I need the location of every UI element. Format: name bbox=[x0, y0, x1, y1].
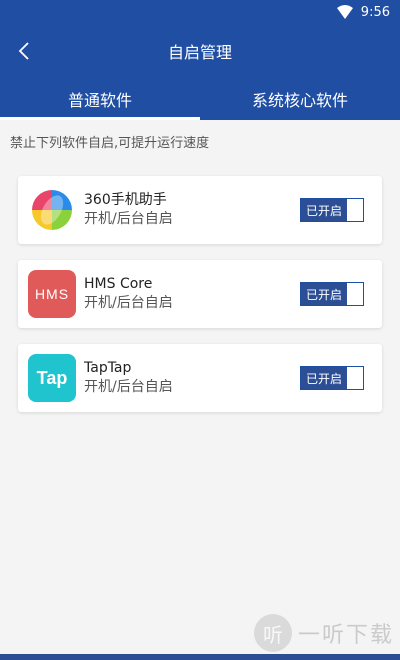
app-name: HMS Core bbox=[84, 276, 153, 292]
taptap-icon: Tap bbox=[28, 354, 76, 402]
wifi-icon bbox=[336, 5, 353, 19]
app-name: TapTap bbox=[84, 360, 132, 376]
toggle-label: 已开启 bbox=[301, 199, 347, 221]
status-bar: 9:56 bbox=[0, 0, 400, 24]
title-bar: 自启管理 bbox=[0, 24, 400, 78]
hint-text: 禁止下列软件自启,可提升运行速度 bbox=[10, 136, 210, 151]
list-item: Tap TapTap 开机/后台自启 已开启 bbox=[18, 344, 382, 412]
app-name: 360手机助手 bbox=[84, 192, 167, 208]
watermark-text: 一听下载 bbox=[297, 623, 394, 648]
hms-core-icon: HMS bbox=[28, 270, 76, 318]
app-list: 360手机助手 开机/后台自启 已开启 HMS HMS Core 开机/后台自启… bbox=[0, 160, 400, 412]
autostart-toggle[interactable]: 已开启 bbox=[300, 366, 364, 390]
tab-normal-apps[interactable]: 普通软件 bbox=[0, 78, 200, 120]
autostart-toggle[interactable]: 已开启 bbox=[300, 198, 364, 222]
taptap-icon-text: Tap bbox=[36, 367, 68, 388]
back-button[interactable] bbox=[12, 39, 36, 63]
chevron-left-icon bbox=[18, 42, 29, 60]
bottom-bar bbox=[0, 654, 400, 660]
page-title: 自启管理 bbox=[167, 43, 232, 62]
360-assistant-icon bbox=[28, 186, 76, 234]
tab-system-core-apps[interactable]: 系统核心软件 bbox=[200, 78, 400, 120]
toggle-label: 已开启 bbox=[301, 367, 347, 389]
autostart-toggle[interactable]: 已开启 bbox=[300, 282, 364, 306]
watermark-logo-icon: 听 bbox=[253, 614, 292, 652]
toggle-label: 已开启 bbox=[301, 283, 347, 305]
list-item: 360手机助手 开机/后台自启 已开启 bbox=[18, 176, 382, 244]
app-desc: 开机/后台自启 bbox=[84, 379, 173, 395]
app-desc: 开机/后台自启 bbox=[84, 295, 173, 311]
tab-bar: 普通软件 系统核心软件 bbox=[0, 78, 400, 120]
list-item: HMS HMS Core 开机/后台自启 已开启 bbox=[18, 260, 382, 328]
watermark: 听 一听下载 bbox=[253, 614, 394, 652]
status-time: 9:56 bbox=[360, 4, 390, 20]
app-desc: 开机/后台自启 bbox=[84, 211, 173, 227]
hms-icon-text: HMS bbox=[34, 286, 70, 302]
